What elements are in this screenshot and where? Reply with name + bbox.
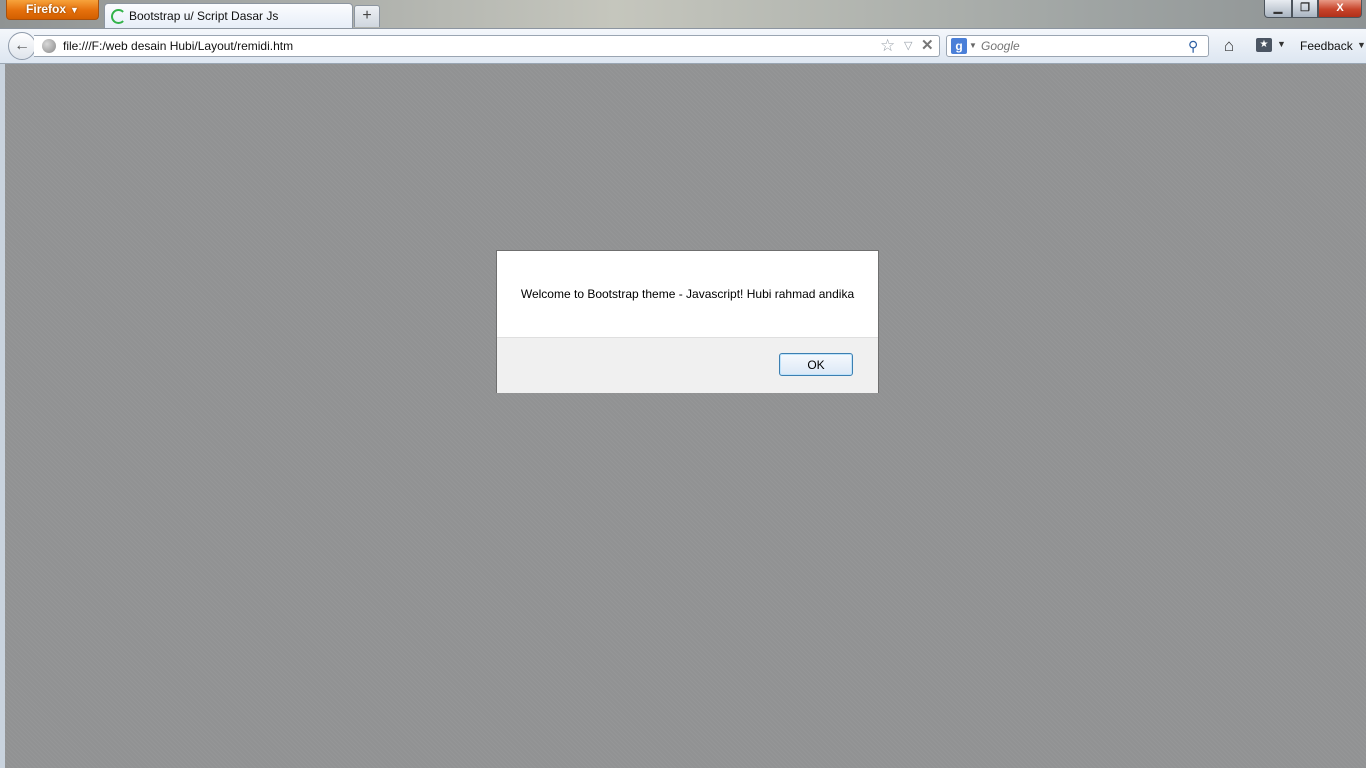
chevron-down-icon[interactable]: ▼ [1277, 39, 1286, 49]
page-overlay [5, 64, 1366, 768]
new-tab-button[interactable]: + [354, 5, 380, 27]
search-icon[interactable]: ⚲ [1188, 36, 1198, 56]
search-bar[interactable]: g ▼ ⚲ [946, 35, 1209, 57]
alert-footer: OK [497, 337, 878, 393]
close-button[interactable]: X [1318, 0, 1362, 18]
title-bar: Firefox ▼ Bootstrap u/ Script Dasar Js + … [0, 0, 1366, 30]
spinner-icon [111, 9, 126, 24]
tab-title: Bootstrap u/ Script Dasar Js [129, 9, 279, 23]
chevron-down-icon[interactable]: ▼ [969, 39, 977, 53]
minimize-button[interactable]: ▁ [1264, 0, 1292, 18]
back-arrow-icon[interactable]: ← [8, 32, 36, 60]
feedback-button[interactable]: Feedback [1300, 39, 1353, 53]
search-input[interactable] [981, 37, 1181, 55]
star-icon[interactable]: ☆ [880, 36, 895, 56]
chevron-down-icon[interactable]: ▼ [1357, 40, 1366, 50]
url-text[interactable]: file:///F:/web desain Hubi/Layout/remidi… [63, 39, 293, 53]
address-bar[interactable]: file:///F:/web desain Hubi/Layout/remidi… [34, 35, 940, 57]
firefox-menu-button[interactable]: Firefox ▼ [6, 0, 99, 20]
home-icon[interactable]: ⌂ [1218, 35, 1240, 57]
globe-icon [42, 39, 56, 53]
firefox-menu-label: Firefox [26, 2, 67, 16]
stop-icon[interactable]: ✕ [921, 36, 934, 56]
ok-button[interactable]: OK [779, 353, 853, 376]
alert-dialog: Welcome to Bootstrap theme - Javascript!… [496, 250, 879, 393]
navigation-toolbar: ← file:///F:/web desain Hubi/Layout/remi… [0, 28, 1366, 64]
google-icon[interactable]: g [951, 38, 967, 54]
maximize-button[interactable]: ❐ [1292, 0, 1318, 18]
alert-message: Welcome to Bootstrap theme - Javascript!… [520, 287, 855, 301]
bookmarks-icon[interactable]: ★ [1256, 38, 1272, 52]
tab-active[interactable]: Bootstrap u/ Script Dasar Js [104, 3, 353, 28]
chevron-down-icon: ▼ [70, 5, 79, 15]
history-dropdown-icon[interactable]: ▽ [904, 38, 912, 54]
